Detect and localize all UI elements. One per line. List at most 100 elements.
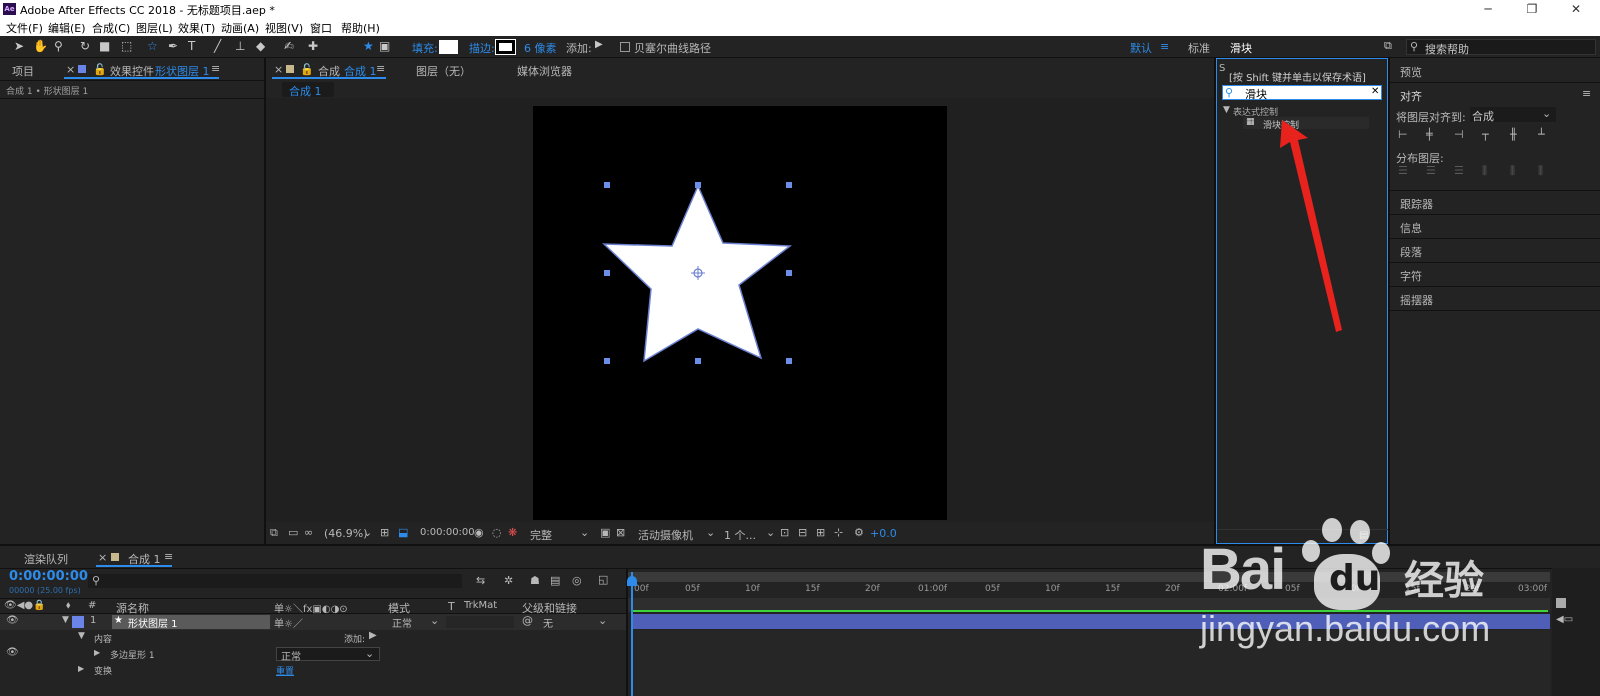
camera-snapshot-icon[interactable]: ◉ bbox=[474, 526, 484, 539]
subtab-comp[interactable]: 合成 1 bbox=[282, 82, 334, 98]
layer-row[interactable]: 👁 ▼ 1 ★ 形状图层 1 单☼／ 正常 ⌄ @ 无 ⌄ bbox=[0, 614, 628, 630]
info-panel-header[interactable]: 信息 bbox=[1400, 220, 1422, 236]
panel-toggle-icon[interactable]: ⧉ bbox=[1384, 39, 1392, 53]
selection-tool-icon[interactable]: ➤ bbox=[14, 39, 24, 53]
zoom-dropdown[interactable]: (46.9%) bbox=[324, 527, 368, 540]
layer-mode-dropdown[interactable]: 正常 bbox=[392, 615, 412, 630]
menu-file[interactable]: 文件(F) bbox=[6, 20, 43, 36]
transform-handle[interactable] bbox=[786, 270, 792, 276]
contents-row[interactable]: ▼ 内容 添加: ▶ bbox=[0, 630, 628, 646]
expand-arrow-icon[interactable]: ▼ bbox=[1223, 105, 1230, 115]
search-help-input[interactable]: ⚲ 搜索帮助 bbox=[1406, 39, 1596, 56]
transform-row[interactable]: ▶ 变换 重置 bbox=[0, 662, 628, 678]
minimize-button[interactable]: ─ bbox=[1466, 0, 1510, 18]
roto-brush-tool-icon[interactable]: ✍ bbox=[284, 39, 294, 53]
clear-search-icon[interactable]: ✕ bbox=[1371, 86, 1379, 97]
distribute-left-icon[interactable]: ⫼ bbox=[1482, 164, 1487, 178]
comp-mini-flowchart-icon[interactable]: ⇆ bbox=[476, 574, 485, 587]
distribute-vcenter-icon[interactable]: ☰ bbox=[1426, 164, 1436, 177]
monitor-icon[interactable]: ▭ bbox=[288, 526, 298, 539]
distribute-right-icon[interactable]: ⫼ bbox=[1538, 164, 1543, 178]
star-shape[interactable] bbox=[533, 106, 947, 520]
menu-view[interactable]: 视图(V) bbox=[265, 20, 303, 36]
reset-link[interactable]: 重置 bbox=[276, 664, 294, 677]
stroke-width[interactable]: 6 像素 bbox=[524, 40, 557, 56]
align-left-icon[interactable]: ⊢ bbox=[1398, 128, 1408, 141]
menu-window[interactable]: 窗口 bbox=[310, 20, 332, 36]
chevron-down-icon[interactable]: ⌄ bbox=[706, 526, 715, 539]
menu-layer[interactable]: 图层(L) bbox=[136, 20, 173, 36]
align-to-dropdown[interactable]: 合成 ⌄ bbox=[1470, 107, 1556, 123]
workspace-standard[interactable]: 标准 bbox=[1188, 40, 1210, 56]
type-tool-icon[interactable]: T bbox=[188, 39, 195, 53]
timeline-search-input[interactable]: ⚲ bbox=[88, 574, 462, 588]
new-bin-icon[interactable]: ▤ bbox=[1359, 530, 1368, 541]
close-button[interactable]: ✕ bbox=[1554, 0, 1598, 18]
puppet-pin-tool-icon[interactable]: ✚ bbox=[308, 39, 318, 53]
paragraph-panel-header[interactable]: 段落 bbox=[1400, 244, 1422, 260]
visibility-eye-icon[interactable]: 👁 bbox=[6, 647, 19, 658]
distribute-bottom-icon[interactable]: ☰ bbox=[1454, 164, 1464, 177]
star-tool-icon[interactable]: ☆ bbox=[147, 39, 158, 53]
lock-icon[interactable]: 🔓 bbox=[93, 63, 107, 76]
transform-handle[interactable] bbox=[695, 182, 701, 188]
align-panel-header[interactable]: 对齐 bbox=[1400, 88, 1422, 104]
layer-duration-bar[interactable] bbox=[632, 614, 1550, 629]
timeline-icon[interactable]: ⊞ bbox=[816, 526, 825, 539]
expand-arrow-icon[interactable]: ▼ bbox=[62, 615, 69, 625]
chevron-down-icon[interactable]: ⌄ bbox=[598, 614, 607, 627]
playhead-handle[interactable] bbox=[627, 576, 637, 586]
add-menu-icon[interactable]: ▶ bbox=[595, 39, 603, 50]
panel-menu-icon[interactable]: ≡ bbox=[376, 62, 385, 75]
close-icon[interactable]: × bbox=[66, 63, 75, 76]
views-dropdown[interactable]: 1 个... bbox=[724, 527, 756, 543]
graph-editor-icon[interactable]: ◱ bbox=[598, 573, 608, 586]
align-hcenter-icon[interactable]: ╪ bbox=[1426, 128, 1433, 141]
chevron-down-icon[interactable]: ⌄ bbox=[580, 526, 589, 539]
trkmat-dropdown[interactable] bbox=[446, 616, 514, 628]
color-channels-icon[interactable]: ❋ bbox=[508, 526, 517, 539]
parent-dropdown[interactable]: 无 bbox=[543, 615, 553, 630]
tab-render-queue[interactable]: 渲染队列 bbox=[24, 551, 68, 567]
character-panel-header[interactable]: 字符 bbox=[1400, 268, 1422, 284]
workspace-default[interactable]: 默认 bbox=[1130, 40, 1152, 56]
lock-icon[interactable]: 🔓 bbox=[300, 63, 314, 76]
transform-handle[interactable] bbox=[786, 182, 792, 188]
transform-handle[interactable] bbox=[604, 270, 610, 276]
menu-animation[interactable]: 动画(A) bbox=[221, 20, 259, 36]
panel-menu-icon[interactable]: ≡ bbox=[211, 62, 220, 75]
reset-exposure-icon[interactable]: ⊟ bbox=[798, 526, 807, 539]
mask-mode-icon[interactable]: ▣ bbox=[379, 39, 390, 53]
menu-effect[interactable]: 效果(T) bbox=[178, 20, 215, 36]
col-trkmat[interactable]: TrkMat bbox=[464, 600, 497, 611]
expand-arrow-icon[interactable]: ▶ bbox=[78, 664, 84, 673]
layer-label-color[interactable] bbox=[72, 616, 84, 628]
time-ruler[interactable]: 00f 05f 10f 15f 20f 01:00f 05f 10f 15f 2… bbox=[628, 578, 1550, 598]
menu-help[interactable]: 帮助(H) bbox=[341, 20, 380, 36]
expand-arrow-icon[interactable]: ▶ bbox=[94, 648, 100, 657]
layer-name-field[interactable]: ★ 形状图层 1 bbox=[112, 615, 270, 630]
align-vcenter-icon[interactable]: ╫ bbox=[1510, 128, 1517, 141]
motion-blur-icon[interactable]: ◎ bbox=[572, 574, 582, 587]
rotate-tool-icon[interactable]: ↻ bbox=[80, 39, 90, 53]
eraser-tool-icon[interactable]: ◆ bbox=[256, 39, 265, 53]
distribute-top-icon[interactable]: ☰ bbox=[1398, 164, 1408, 177]
brush-tool-icon[interactable]: ╱ bbox=[214, 39, 221, 53]
tab-project[interactable]: 项目 bbox=[12, 63, 34, 79]
tab-media-browser[interactable]: 媒体浏览器 bbox=[517, 63, 572, 79]
align-bottom-icon[interactable]: ┴ bbox=[1538, 128, 1545, 141]
tab-layer[interactable]: 图层（无） bbox=[416, 63, 471, 79]
always-preview-icon[interactable]: ⧉ bbox=[270, 526, 278, 540]
toggle-pixel-icon[interactable]: ⊡ bbox=[780, 526, 789, 539]
exposure-value[interactable]: +0.0 bbox=[870, 527, 897, 540]
pen-tool-icon[interactable]: ✒ bbox=[168, 39, 178, 53]
maximize-button[interactable]: ❐ bbox=[1510, 0, 1554, 18]
transparency-grid-icon[interactable]: ⊠ bbox=[616, 526, 625, 539]
close-icon[interactable]: × bbox=[98, 551, 107, 564]
draft-3d-icon[interactable]: ✲ bbox=[504, 574, 513, 587]
menu-edit[interactable]: 编辑(E) bbox=[48, 20, 86, 36]
camera-tool-icon[interactable]: ■ bbox=[99, 39, 110, 53]
chevron-down-icon[interactable]: ⌄ bbox=[430, 614, 439, 627]
grid-icon[interactable]: ⊞ bbox=[380, 526, 389, 539]
frame-blending-icon[interactable]: ▤ bbox=[550, 574, 560, 587]
